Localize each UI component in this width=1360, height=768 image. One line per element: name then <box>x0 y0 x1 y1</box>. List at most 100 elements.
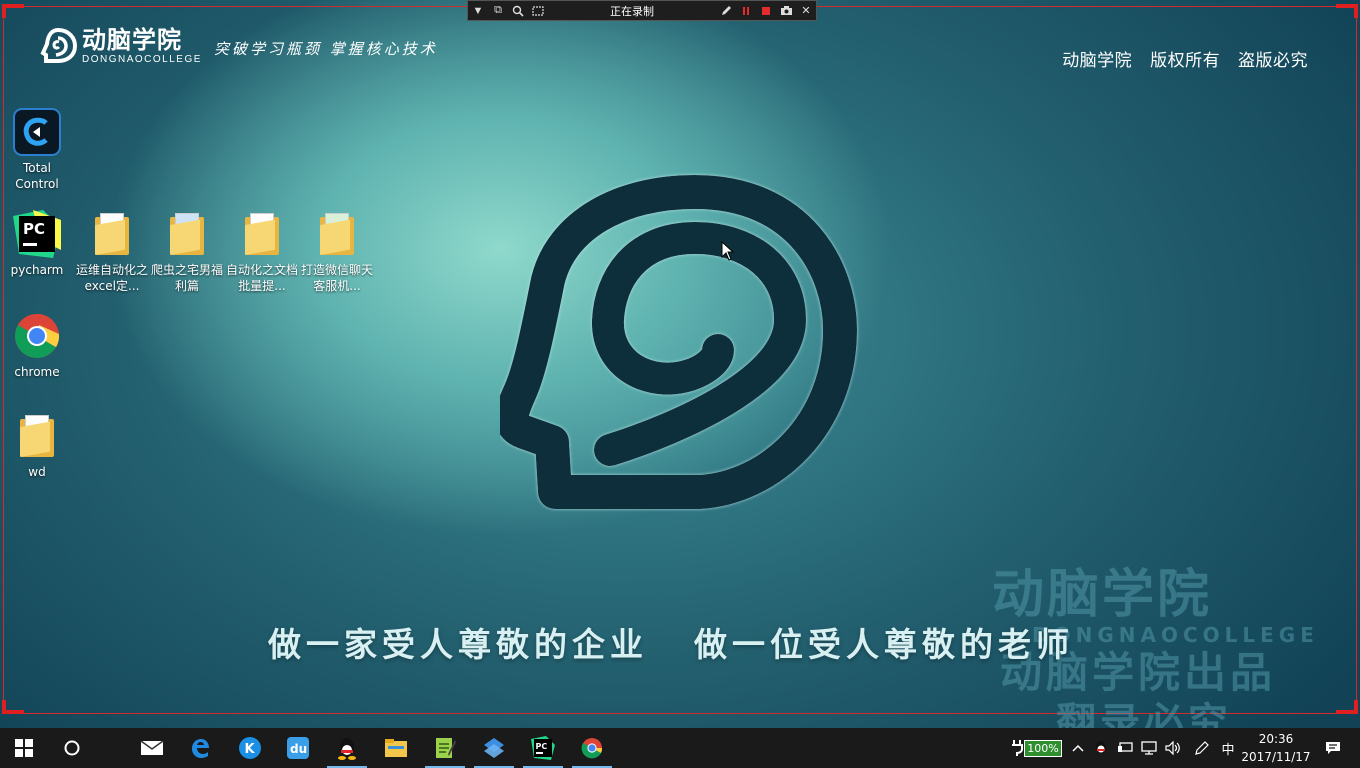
recording-corner-top-right[interactable] <box>1336 4 1358 18</box>
brand-subtitle: DONGNAOCOLLEGE <box>82 54 202 65</box>
pen-icon[interactable] <box>716 1 736 20</box>
folder-icon <box>13 412 61 460</box>
desktop-icon-total-control[interactable]: Total Control <box>0 108 74 192</box>
notification-icon <box>1326 742 1340 754</box>
system-clock[interactable]: 20:36 2017/11/17 <box>1238 730 1314 766</box>
svg-text:PC: PC <box>536 742 548 751</box>
baidu-pinyin-icon: du <box>287 737 309 759</box>
restore-window-icon[interactable]: ⧉ <box>488 1 508 20</box>
brand-slogan: 突破学习瓶颈 掌握核心技术 <box>214 40 438 58</box>
pycharm-icon: PC <box>13 210 61 258</box>
recording-corner-bottom-left[interactable] <box>2 700 24 714</box>
taskbar-mail[interactable] <box>128 728 176 768</box>
start-icon <box>15 739 33 757</box>
dropdown-icon[interactable]: ▼ <box>468 1 488 20</box>
taskbar-kugou[interactable]: K <box>226 728 274 768</box>
mail-icon <box>140 740 164 755</box>
taskbar-file-explorer[interactable] <box>372 728 420 768</box>
vmware-icon <box>484 738 504 758</box>
taskbar-pycharm[interactable]: PC <box>519 728 567 768</box>
camera-icon[interactable] <box>776 1 796 20</box>
mouse-cursor-icon <box>721 241 735 261</box>
file-explorer-icon <box>385 739 407 757</box>
tray-pen[interactable] <box>1190 728 1214 768</box>
desktop-icon-label: 爬虫之宅男福利篇 <box>150 263 223 293</box>
folder-icon <box>88 210 136 258</box>
chrome-icon <box>13 312 61 360</box>
chrome-icon <box>581 738 603 759</box>
taskbar-baidu-input[interactable]: du <box>274 728 322 768</box>
close-icon[interactable]: ✕ <box>796 1 816 20</box>
ime-indicator[interactable]: 中 <box>1216 728 1240 768</box>
chevron-up-icon <box>1072 744 1084 752</box>
svg-text:PC: PC <box>23 220 45 238</box>
clock-time: 20:36 <box>1258 732 1294 746</box>
desktop-icon-label: 自动化之文档批量提... <box>225 263 298 293</box>
cortana-button[interactable] <box>48 728 96 768</box>
desktop-icon-chrome[interactable]: chrome <box>0 312 74 380</box>
action-center-button[interactable] <box>1318 728 1348 768</box>
tagline-right: 做一位受人尊敬的老师 <box>694 625 1074 664</box>
taskbar-edge[interactable] <box>176 728 224 768</box>
copyright-notice: 动脑学院 版权所有 盗版必究 <box>1050 46 1308 71</box>
start-button[interactable] <box>0 728 48 768</box>
zoom-icon[interactable] <box>508 1 528 20</box>
recording-corner-bottom-right[interactable] <box>1336 700 1358 714</box>
desktop-icon-label: chrome <box>14 365 60 379</box>
tagline: 做一家受人尊敬的企业 做一位受人尊敬的老师 <box>268 618 1074 666</box>
usb-device-icon <box>1118 742 1133 752</box>
dongnao-logo-icon <box>40 27 78 63</box>
qq-icon <box>338 738 356 760</box>
watermark-line-2: DONGNAOCOLLEGE <box>1032 623 1319 647</box>
recording-status: 正在录制 <box>610 4 654 18</box>
tray-volume[interactable] <box>1162 728 1184 768</box>
cortana-icon <box>64 740 80 756</box>
desktop-icon-label: Total Control <box>15 161 59 191</box>
battery-indicator[interactable]: 100% <box>1004 728 1068 768</box>
pause-icon[interactable] <box>736 1 756 20</box>
brand-header: 动脑学院 DONGNAOCOLLEGE <box>38 26 202 66</box>
desktop-icon-pycharm[interactable]: PC pycharm <box>0 210 74 278</box>
pen-workspace-icon <box>1195 741 1209 755</box>
clock-date: 2017/11/17 <box>1241 750 1311 764</box>
taskbar-qq[interactable] <box>323 728 371 768</box>
copyright-text-1: 动脑学院 <box>1062 51 1133 71</box>
desktop-icon-folder-wechat[interactable]: 打造微信聊天客服机... <box>300 210 374 294</box>
taskbar: K du PC 100% 中 20:36 2017/11/17 <box>0 728 1360 768</box>
svg-text:du: du <box>290 742 307 756</box>
desktop-icon-folder-excel[interactable]: 运维自动化之excel定... <box>75 210 149 294</box>
recording-corner-top-left[interactable] <box>2 4 24 18</box>
brand-name: 动脑学院 <box>82 26 182 54</box>
recording-toolbar: ▼ ⧉ 正在录制 ✕ <box>467 0 817 21</box>
folder-icon <box>163 210 211 258</box>
power-plug-icon <box>1012 740 1024 756</box>
notepad-plus-icon <box>436 738 456 758</box>
folder-icon <box>238 210 286 258</box>
taskbar-notepad-plus[interactable] <box>421 728 469 768</box>
desktop-icon-label: 运维自动化之excel定... <box>75 263 148 293</box>
copyright-text-2: 版权所有 <box>1150 51 1221 71</box>
watermark-line-1: 动脑学院 <box>992 565 1213 625</box>
desktop-icon-folder-docs[interactable]: 自动化之文档批量提... <box>225 210 299 294</box>
watermark-line-4: 翻录必究 <box>1056 700 1232 728</box>
desktop-icon-wd-folder[interactable]: wd <box>0 412 74 480</box>
tray-qq[interactable] <box>1090 728 1112 768</box>
desktop[interactable]: ▼ ⧉ 正在录制 ✕ 动脑学院 DONGNAOCOLLEGE 突破学习瓶颈 掌握… <box>0 0 1360 728</box>
desktop-icon-label: wd <box>28 465 46 479</box>
desktop-icon-label: 打造微信聊天客服机... <box>300 263 373 293</box>
tray-device[interactable] <box>1114 728 1136 768</box>
tagline-left: 做一家受人尊敬的企业 <box>268 625 648 664</box>
tray-network[interactable] <box>1138 728 1160 768</box>
qq-icon <box>1096 741 1106 753</box>
region-select-icon[interactable] <box>528 1 548 20</box>
taskbar-vmware[interactable] <box>470 728 518 768</box>
stop-icon[interactable] <box>756 1 776 20</box>
speaker-icon <box>1165 741 1180 755</box>
taskbar-chrome[interactable] <box>568 728 616 768</box>
desktop-icon-folder-spider[interactable]: 爬虫之宅男福利篇 <box>150 210 224 294</box>
kugou-icon: K <box>239 737 261 759</box>
total-control-icon <box>13 108 61 156</box>
show-hidden-icons-button[interactable] <box>1068 728 1088 768</box>
copyright-text-3: 盗版必究 <box>1238 51 1308 71</box>
desktop-icon-label: pycharm <box>10 263 64 277</box>
